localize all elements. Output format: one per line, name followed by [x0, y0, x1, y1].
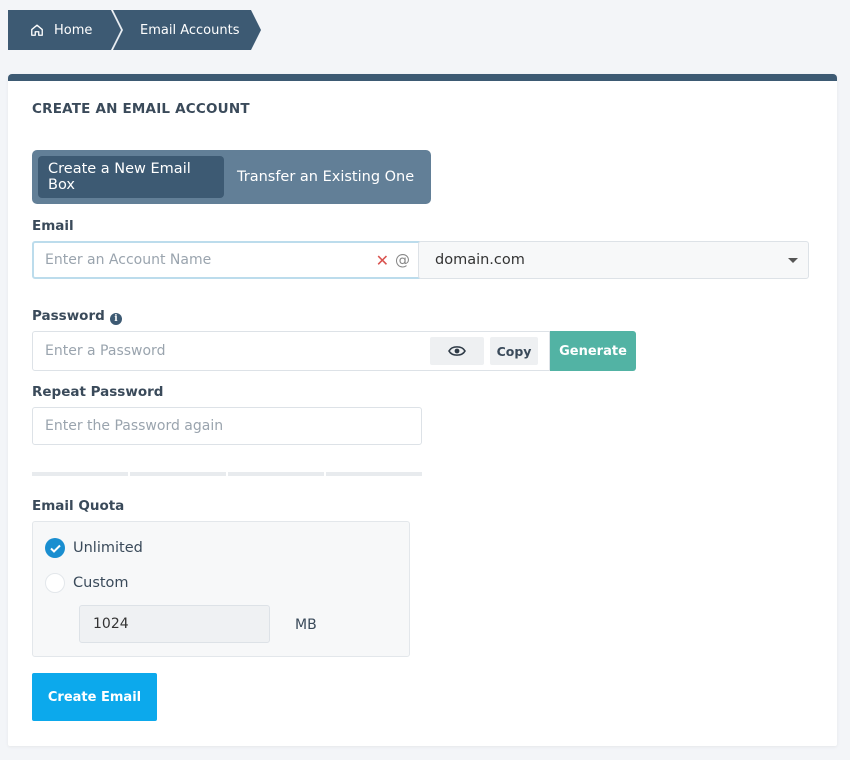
at-sign: @ [395, 251, 410, 269]
tab-transfer-existing[interactable]: Transfer an Existing One [224, 156, 424, 198]
tab-create-new[interactable]: Create a New Email Box [38, 156, 224, 198]
email-label: Email [32, 218, 74, 234]
panel-title: CREATE AN EMAIL ACCOUNT [32, 101, 250, 117]
mode-tabs: Create a New Email Box Transfer an Exist… [32, 150, 431, 204]
password-addons: Copy [421, 331, 550, 371]
breadcrumb-current-label: Email Accounts [140, 22, 240, 38]
password-input[interactable] [45, 343, 421, 359]
breadcrumb-email-accounts[interactable]: Email Accounts [113, 10, 261, 50]
strength-segment [32, 472, 128, 476]
quota-unit: MB [295, 617, 317, 633]
strength-segment [326, 472, 422, 476]
radio-unchecked-icon[interactable] [45, 573, 65, 593]
check-icon [49, 544, 61, 553]
custom-label: Custom [73, 575, 129, 591]
create-email-panel: CREATE AN EMAIL ACCOUNT Create a New Ema… [8, 74, 837, 746]
domain-value: domain.com [435, 252, 525, 268]
password-strength-meter [32, 472, 422, 476]
info-icon[interactable]: i [110, 313, 122, 325]
email-account-field: ✕ @ [32, 241, 422, 279]
breadcrumb-home[interactable]: Home [8, 10, 123, 50]
repeat-password-field [32, 407, 422, 445]
copy-password-button[interactable]: Copy [490, 337, 538, 365]
repeat-password-label: Repeat Password [32, 384, 164, 400]
password-label: Password [32, 308, 105, 324]
show-password-button[interactable] [430, 337, 484, 365]
chevron-down-icon [788, 258, 798, 263]
account-name-input[interactable] [45, 252, 376, 268]
strength-segment [228, 472, 324, 476]
eye-icon [448, 346, 466, 356]
quota-unlimited-option[interactable]: Unlimited [45, 538, 143, 558]
breadcrumb-home-label: Home [54, 22, 93, 38]
radio-checked-icon[interactable] [45, 538, 65, 558]
quota-size-input[interactable] [93, 616, 269, 632]
domain-select[interactable]: domain.com [418, 241, 809, 279]
password-field [32, 331, 422, 371]
breadcrumb: Home Email Accounts [8, 10, 261, 50]
repeat-password-input[interactable] [45, 418, 421, 434]
home-icon [31, 24, 43, 36]
quota-custom-option[interactable]: Custom [45, 573, 129, 593]
strength-segment [130, 472, 226, 476]
quota-options: Unlimited Custom MB [32, 521, 410, 657]
generate-password-button[interactable]: Generate [550, 331, 636, 371]
close-icon[interactable]: ✕ [376, 251, 389, 270]
email-quota-label: Email Quota [32, 498, 125, 514]
quota-size-field [79, 605, 270, 643]
unlimited-label: Unlimited [73, 540, 143, 556]
create-email-button[interactable]: Create Email [32, 673, 157, 721]
